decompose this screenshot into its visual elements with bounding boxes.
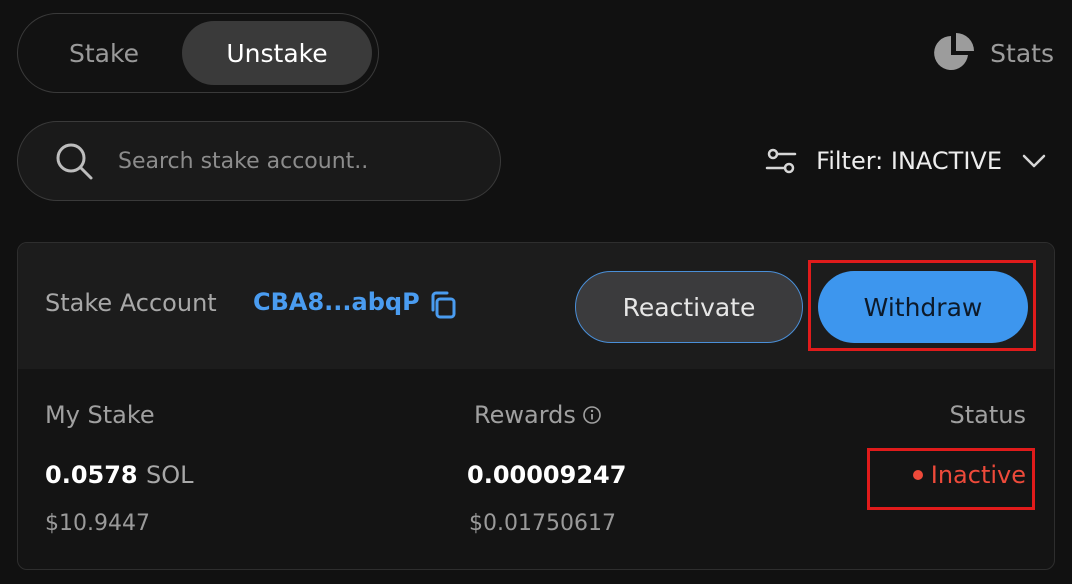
chevron-down-icon <box>1022 154 1046 168</box>
tab-stake[interactable]: Stake <box>26 21 182 85</box>
search-input[interactable] <box>118 148 478 174</box>
status-value: Inactive <box>930 461 1026 489</box>
sliders-icon <box>765 148 797 174</box>
status-dot <box>912 470 923 480</box>
my-stake-label: My Stake <box>45 401 155 429</box>
reactivate-button[interactable]: Reactivate <box>575 271 803 343</box>
my-stake-unit: SOL <box>145 461 194 489</box>
search-bar[interactable] <box>17 121 501 201</box>
tab-unstake[interactable]: Unstake <box>182 21 372 85</box>
status-label: Status <box>949 401 1026 429</box>
stake-mode-tabs: Stake Unstake <box>17 13 379 93</box>
rewards-label: Rewards <box>474 401 576 429</box>
search-icon <box>56 143 93 180</box>
my-stake-amount: 0.0578 SOL <box>45 461 193 489</box>
card-header: Stake Account CBA8...abqP Reactivate Wit… <box>18 243 1054 369</box>
filter-dropdown[interactable]: Filter: INACTIVE <box>764 138 1048 184</box>
withdraw-button[interactable]: Withdraw <box>818 271 1028 343</box>
status-badge: Inactive <box>912 461 1026 489</box>
stats-label: Stats <box>990 38 1054 68</box>
info-icon[interactable] <box>582 405 602 425</box>
filter-label: Filter: INACTIVE <box>816 147 1002 175</box>
unstake-panel: Stake Unstake Stats Filter: INACTIVE Sta… <box>0 0 1072 584</box>
my-stake-value: 0.0578 <box>45 461 138 489</box>
rewards-value: 0.00009247 <box>467 461 627 489</box>
stake-account-label: Stake Account <box>45 289 217 317</box>
rewards-usd: $0.01750617 <box>469 511 616 536</box>
rewards-header: Rewards <box>474 401 602 429</box>
copy-icon[interactable] <box>428 290 458 320</box>
pie-chart-icon <box>934 33 975 70</box>
stake-account-card: Stake Account CBA8...abqP Reactivate Wit… <box>17 242 1055 570</box>
my-stake-usd: $10.9447 <box>45 511 150 536</box>
stake-account-id[interactable]: CBA8...abqP <box>253 288 420 316</box>
stats-button[interactable]: Stats <box>932 30 1054 76</box>
